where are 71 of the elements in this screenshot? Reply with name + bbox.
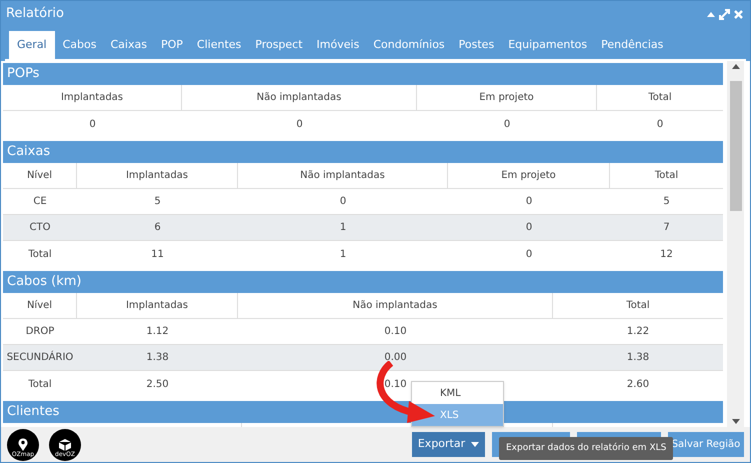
column-header: Nível (26, 169, 52, 183)
tab[interactable]: Postes (452, 31, 500, 59)
table-cell-text: 0 (340, 195, 346, 209)
section-header: Cabos (km) (3, 271, 723, 293)
tab[interactable]: Geral (9, 31, 55, 59)
table-cell-text: CTO (30, 221, 50, 235)
column-header: Em projeto (479, 91, 534, 105)
table-cell-text: CE (33, 195, 47, 209)
maximize-icon[interactable] (719, 8, 730, 20)
close-icon[interactable] (734, 10, 743, 18)
window-title: Relatório (6, 5, 64, 24)
scrollbar[interactable] (727, 61, 744, 427)
column-header: Implantadas (126, 169, 188, 183)
table-cell-text: 5 (154, 195, 161, 209)
tab[interactable]: Caixas (104, 31, 153, 59)
table-cell-text: 0.10 (384, 325, 407, 339)
tab[interactable]: POP (154, 31, 189, 59)
section-header: Caixas (3, 141, 723, 163)
tab[interactable]: Cabos (56, 31, 102, 59)
table-cell-text: 0 (89, 118, 96, 132)
table-cell-text: 0 (526, 248, 532, 262)
column-header: Em projeto (501, 169, 556, 183)
table-cell-text: 11 (151, 248, 164, 262)
tab[interactable]: Pendências (595, 31, 670, 59)
table-cell-text: 2.60 (626, 378, 650, 392)
tab[interactable]: Prospect (249, 31, 309, 59)
caret-icon (471, 442, 480, 447)
column-header: Total (648, 91, 672, 105)
table-cell-text: 0 (526, 195, 532, 209)
column-header: Nível (26, 299, 52, 313)
table-cell: SECUNDÁRIO (6, 350, 74, 365)
table-cell-text: 12 (660, 248, 673, 262)
table-cell-text: 1.38 (146, 351, 169, 365)
tooltip: Exportar dados do relatório em XLS (499, 437, 674, 460)
collapse-icon[interactable] (707, 11, 715, 17)
table-cell-text: Total (28, 378, 52, 392)
table-cell-text: 0 (296, 118, 303, 132)
table-cell-text: Total (28, 248, 52, 262)
table-cell-text: 0 (526, 221, 532, 235)
table-cell-text: 1 (340, 248, 346, 262)
column-header: Total (654, 169, 678, 183)
scroll-up-icon[interactable] (732, 64, 740, 69)
column-header: Total (626, 299, 650, 313)
column-header: Implantadas (60, 91, 124, 105)
tab[interactable]: Equipamentos (502, 31, 594, 59)
column-header: Não implantadas (352, 299, 438, 313)
column-header: Implantadas (126, 299, 188, 313)
table-cell-text: 1.12 (146, 325, 169, 339)
tab[interactable]: Condomínios (367, 31, 451, 59)
tab[interactable]: Clientes (190, 31, 248, 59)
scroll-thumb[interactable] (730, 81, 742, 211)
table-cell-text: 0.00 (384, 351, 407, 365)
table-cell-text: DROP (26, 325, 54, 339)
export-button[interactable]: Exportar (412, 432, 485, 457)
table-cell-text: 1.38 (626, 351, 650, 365)
table-cell-text: 7 (663, 221, 670, 235)
table-cell-text: 0 (504, 118, 510, 132)
section-header: POPs (3, 63, 723, 85)
save-region-button[interactable]: Salvar Região (668, 432, 744, 457)
table-cell-text: 1.22 (626, 325, 650, 339)
table-cell-text: 1 (340, 221, 346, 235)
scroll-down-icon[interactable] (732, 419, 740, 424)
table-cell-text: 0.10 (384, 378, 407, 392)
menu-item[interactable]: KML (412, 382, 503, 404)
table-cell-text: 6 (154, 221, 161, 235)
table-cell-text: 0 (656, 118, 664, 132)
tab[interactable]: Imóveis (310, 31, 366, 59)
column-header: Não implantadas (256, 91, 342, 105)
table-cell-text: 2.50 (146, 378, 169, 392)
column-header: Não implantadas (300, 169, 385, 183)
table-cell-text: 5 (663, 195, 670, 209)
